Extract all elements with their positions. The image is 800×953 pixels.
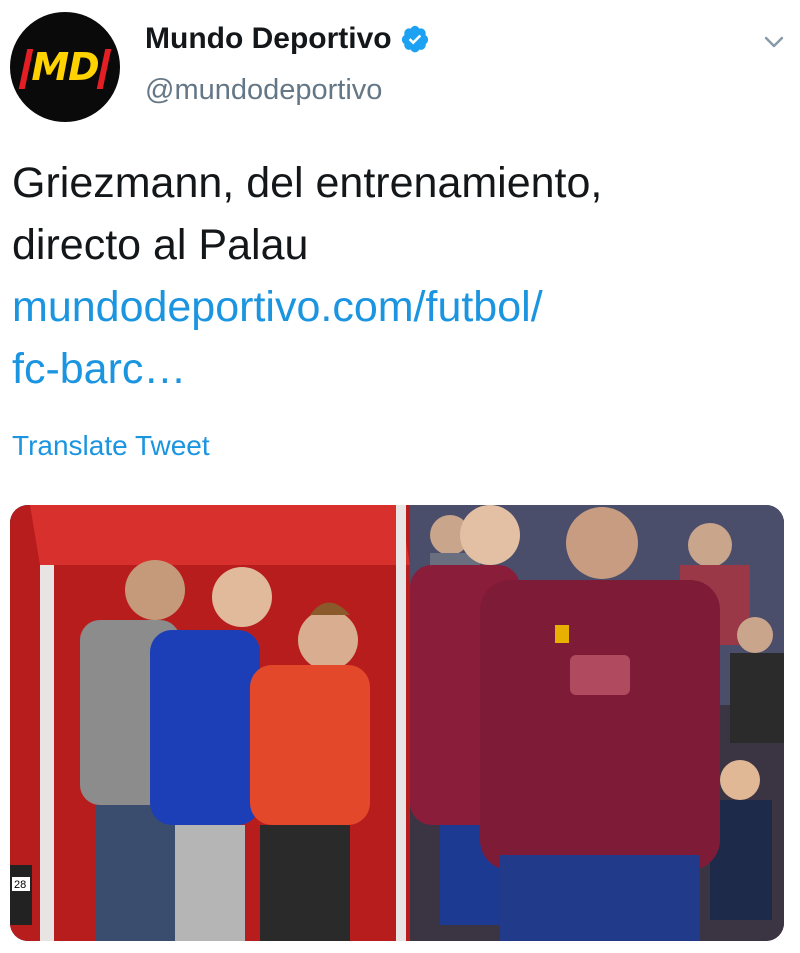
tweet-text-line: directo al Palau [12, 221, 309, 269]
tweet-photo[interactable]: 28 [10, 505, 784, 941]
tweet-link-line[interactable]: mundodeportivo.com/futbol/ [12, 276, 782, 338]
account-name-row[interactable]: Mundo Deportivo [145, 22, 430, 56]
account-handle[interactable]: @mundodeportivo [145, 74, 382, 107]
photo-illustration: 28 [10, 505, 784, 941]
translate-tweet-link[interactable]: Translate Tweet [12, 430, 210, 462]
tweet-text-line: Griezmann, del entrenamiento, [12, 159, 603, 207]
display-name[interactable]: Mundo Deportivo [145, 22, 392, 56]
avatar[interactable]: MD [10, 12, 120, 122]
chevron-down-icon[interactable] [762, 30, 786, 54]
verified-badge-icon [401, 25, 428, 53]
tweet-link-line[interactable]: fc-barc… [12, 338, 782, 400]
tweet-link[interactable]: mundodeportivo.com/futbol/ fc-barc… [12, 276, 782, 400]
shirt-number-text: 28 [14, 879, 26, 891]
tweet-text: Griezmann, del entrenamiento, directo al… [12, 152, 782, 400]
mundo-deportivo-logo: MD [19, 45, 111, 90]
